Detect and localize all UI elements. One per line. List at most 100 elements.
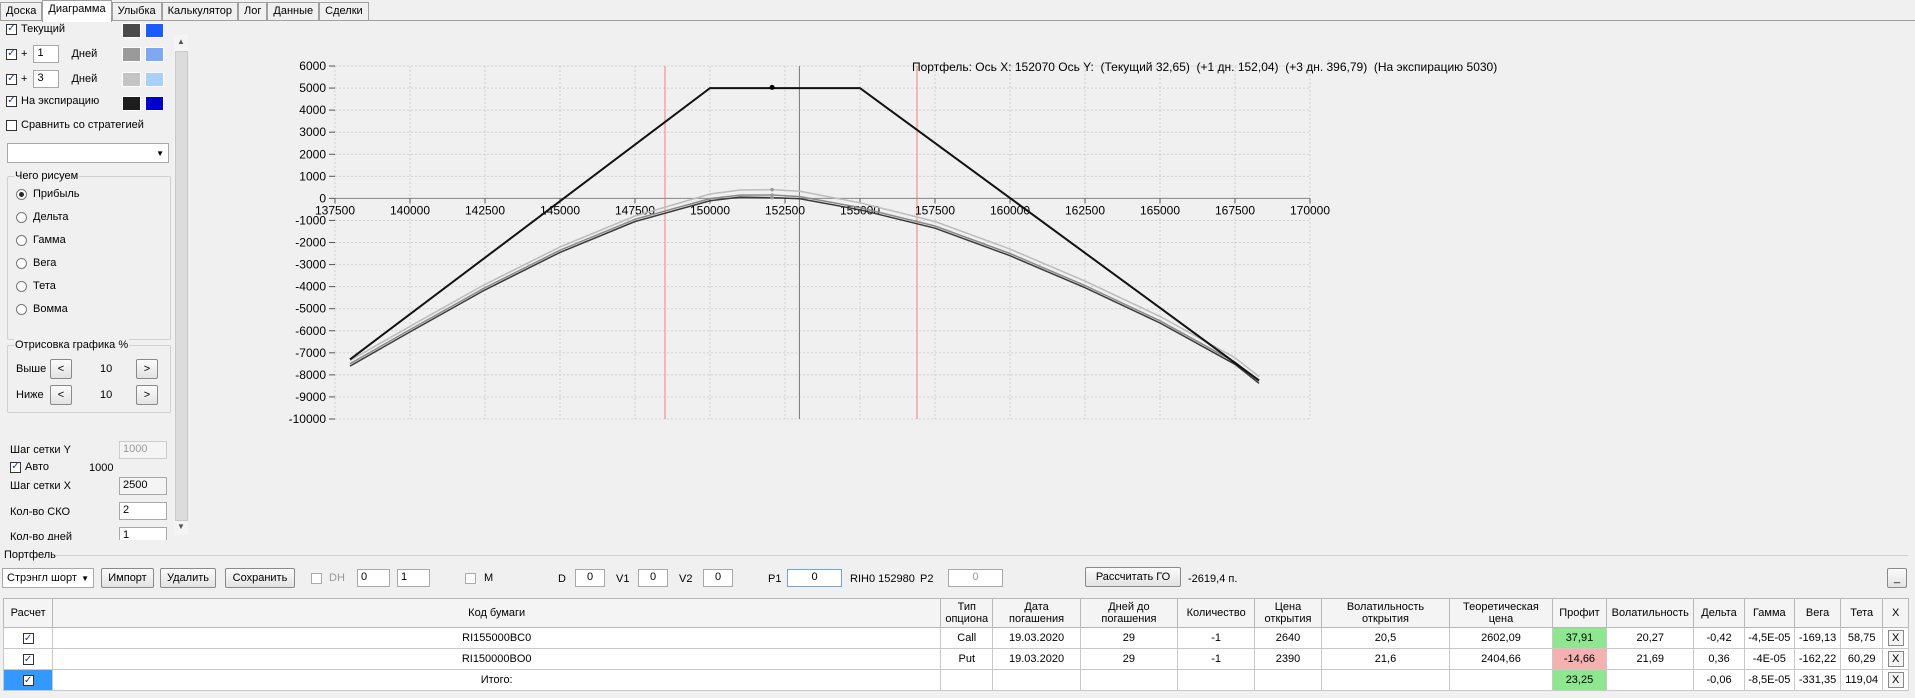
gamma-cell: -8,5E-05 (1743, 669, 1795, 691)
col-header-x[interactable]: X (1882, 598, 1909, 628)
qty-cell[interactable]: -1 (1177, 648, 1256, 670)
col-header-gamma[interactable]: Гамма (1743, 598, 1795, 628)
open-vol-cell[interactable]: 20,5 (1320, 627, 1451, 649)
d3-color-swatch-a[interactable] (122, 72, 141, 87)
tab-deals[interactable]: Сделки (319, 2, 369, 22)
above-decrease-button[interactable]: < (50, 359, 72, 379)
grid-y-input[interactable]: 1000 (119, 441, 167, 459)
p2-input[interactable]: 0 (948, 569, 1003, 587)
expiry-checkbox[interactable]: ✓ (6, 95, 17, 107)
scroll-up-icon[interactable]: ▲ (177, 37, 185, 46)
calc-checkbox[interactable]: ✓ (22, 654, 34, 666)
radio-profit[interactable] (16, 188, 27, 200)
v2-input[interactable]: 0 (703, 569, 733, 587)
d-input[interactable]: 0 (575, 569, 605, 587)
col-header-open-price[interactable]: Цена открытия (1254, 598, 1322, 628)
col-header-profit[interactable]: Профит (1551, 598, 1608, 628)
tab-smile[interactable]: Улыбка (111, 2, 162, 22)
tab-diagram[interactable]: Диаграмма (42, 0, 112, 22)
expiry-color-swatch-a[interactable] (122, 96, 141, 111)
x-tick-label: 162500 (1065, 203, 1105, 217)
radio-vega[interactable] (16, 257, 27, 269)
remove-row-button[interactable]: X (1887, 672, 1904, 688)
plus1-checkbox[interactable]: ✓ (6, 48, 17, 60)
radio-delta[interactable] (16, 211, 27, 223)
spin-input-2[interactable]: 1 (397, 569, 430, 587)
col-header-vol[interactable]: Волатильность (1606, 598, 1695, 628)
radio-vomma[interactable] (16, 303, 27, 315)
current-checkbox[interactable]: ✓ (6, 23, 17, 35)
profit-chart[interactable]: 6000500040003000200010000-1000-2000-3000… (190, 22, 1915, 541)
spin-input-1[interactable]: 0 (357, 569, 390, 587)
col-header-code[interactable]: Код бумаги (52, 598, 942, 628)
calc-checkbox[interactable]: ✓ (22, 675, 34, 687)
col-header-open-vol[interactable]: Волатильность открытия (1320, 598, 1451, 628)
col-header-expiry[interactable]: Дата погашения (992, 598, 1081, 628)
below-decrease-button[interactable]: < (50, 385, 72, 405)
y-tick-label: -9000 (295, 390, 326, 404)
expiry-color-swatch-b[interactable] (145, 96, 164, 111)
col-header-calc[interactable]: Расчет (2, 598, 54, 628)
import-button[interactable]: Импорт (101, 568, 154, 588)
tab-calculator[interactable]: Калькулятор (161, 2, 239, 22)
theta-cell: 119,04 (1840, 669, 1884, 691)
col-header-theo-price[interactable]: Теоретическая цена (1449, 598, 1553, 628)
d1-color-swatch-b[interactable] (145, 47, 164, 62)
table-row[interactable]: ✓ RI155000BC0 Call 19.03.2020 29 -1 2640… (2, 627, 1909, 649)
col-header-days[interactable]: Дней до погашения (1079, 598, 1179, 628)
current-color-swatch-a[interactable] (122, 23, 141, 38)
radio-theta[interactable] (16, 280, 27, 292)
scroll-down-icon[interactable]: ▼ (177, 522, 185, 531)
d1-color-swatch-a[interactable] (122, 47, 141, 62)
col-header-vega[interactable]: Вега (1793, 598, 1842, 628)
strategy-select[interactable]: Стрэнгл шорт ▼ (2, 568, 94, 588)
tab-board[interactable]: Доска (0, 2, 43, 22)
chart-area[interactable]: Портфель: Ось X: 152070 Ось Y: (Текущий … (190, 22, 1915, 541)
grid-x-input[interactable]: 2500 (119, 477, 167, 495)
col-header-theta[interactable]: Тета (1840, 598, 1884, 628)
days3-input[interactable]: 3 (33, 70, 60, 88)
compare-checkbox[interactable] (6, 119, 17, 131)
days1-input[interactable]: 1 (33, 45, 60, 63)
open-price-cell[interactable]: 2390 (1254, 648, 1322, 670)
plus3-checkbox[interactable]: ✓ (6, 73, 17, 85)
qty-cell[interactable]: -1 (1177, 627, 1256, 649)
calc-checkbox[interactable]: ✓ (22, 633, 34, 645)
strategy-compare-select[interactable]: ▼ (7, 143, 169, 163)
save-button[interactable]: Сохранить (225, 568, 295, 588)
x-tick-label: 157500 (915, 203, 955, 217)
table-row[interactable]: ✓ RI150000BO0 Put 19.03.2020 29 -1 2390 … (2, 648, 1909, 670)
days-count-input[interactable]: 1 (119, 527, 167, 540)
below-increase-button[interactable]: > (136, 385, 158, 405)
current-color-swatch-b[interactable] (145, 23, 164, 38)
calc-cell[interactable]: ✓ (2, 648, 54, 670)
remove-row-button[interactable]: X (1887, 651, 1904, 667)
settings-scrollbar[interactable]: ▲ ▼ (174, 35, 188, 535)
tab-data[interactable]: Данные (267, 2, 320, 22)
minimize-button[interactable]: _ (1887, 568, 1907, 588)
col-header-delta[interactable]: Дельта (1693, 598, 1745, 628)
scroll-thumb[interactable] (175, 51, 188, 521)
calc-cell[interactable]: ✓ (2, 627, 54, 649)
sko-input[interactable]: 2 (119, 502, 167, 520)
col-header-type[interactable]: Тип опциона (940, 598, 994, 628)
table-total-row[interactable]: ✓ Итого: 23,25 -0,06 -8,5E-05 -331,35 11… (2, 669, 1909, 691)
open-price-cell[interactable]: 2640 (1254, 627, 1322, 649)
remove-row-button[interactable]: X (1887, 630, 1904, 646)
above-increase-button[interactable]: > (136, 359, 158, 379)
p1-input[interactable]: 0 (787, 569, 842, 587)
m-checkbox[interactable] (465, 572, 476, 584)
expiry-cell: 19.03.2020 (992, 648, 1081, 670)
radio-gamma[interactable] (16, 234, 27, 246)
gamma-cell: -4,5E-05 (1743, 627, 1795, 649)
auto-checkbox[interactable]: ✓ (10, 461, 21, 473)
calculate-go-button[interactable]: Рассчитать ГО (1085, 567, 1181, 587)
col-header-qty[interactable]: Количество (1177, 598, 1256, 628)
d3-color-swatch-b[interactable] (145, 72, 164, 87)
v1-input[interactable]: 0 (638, 569, 668, 587)
tab-log[interactable]: Лог (238, 2, 268, 22)
delete-button[interactable]: Удалить (160, 568, 216, 588)
calc-cell[interactable]: ✓ (2, 669, 54, 691)
open-vol-cell[interactable]: 21,6 (1320, 648, 1451, 670)
dh-checkbox[interactable] (311, 572, 322, 584)
